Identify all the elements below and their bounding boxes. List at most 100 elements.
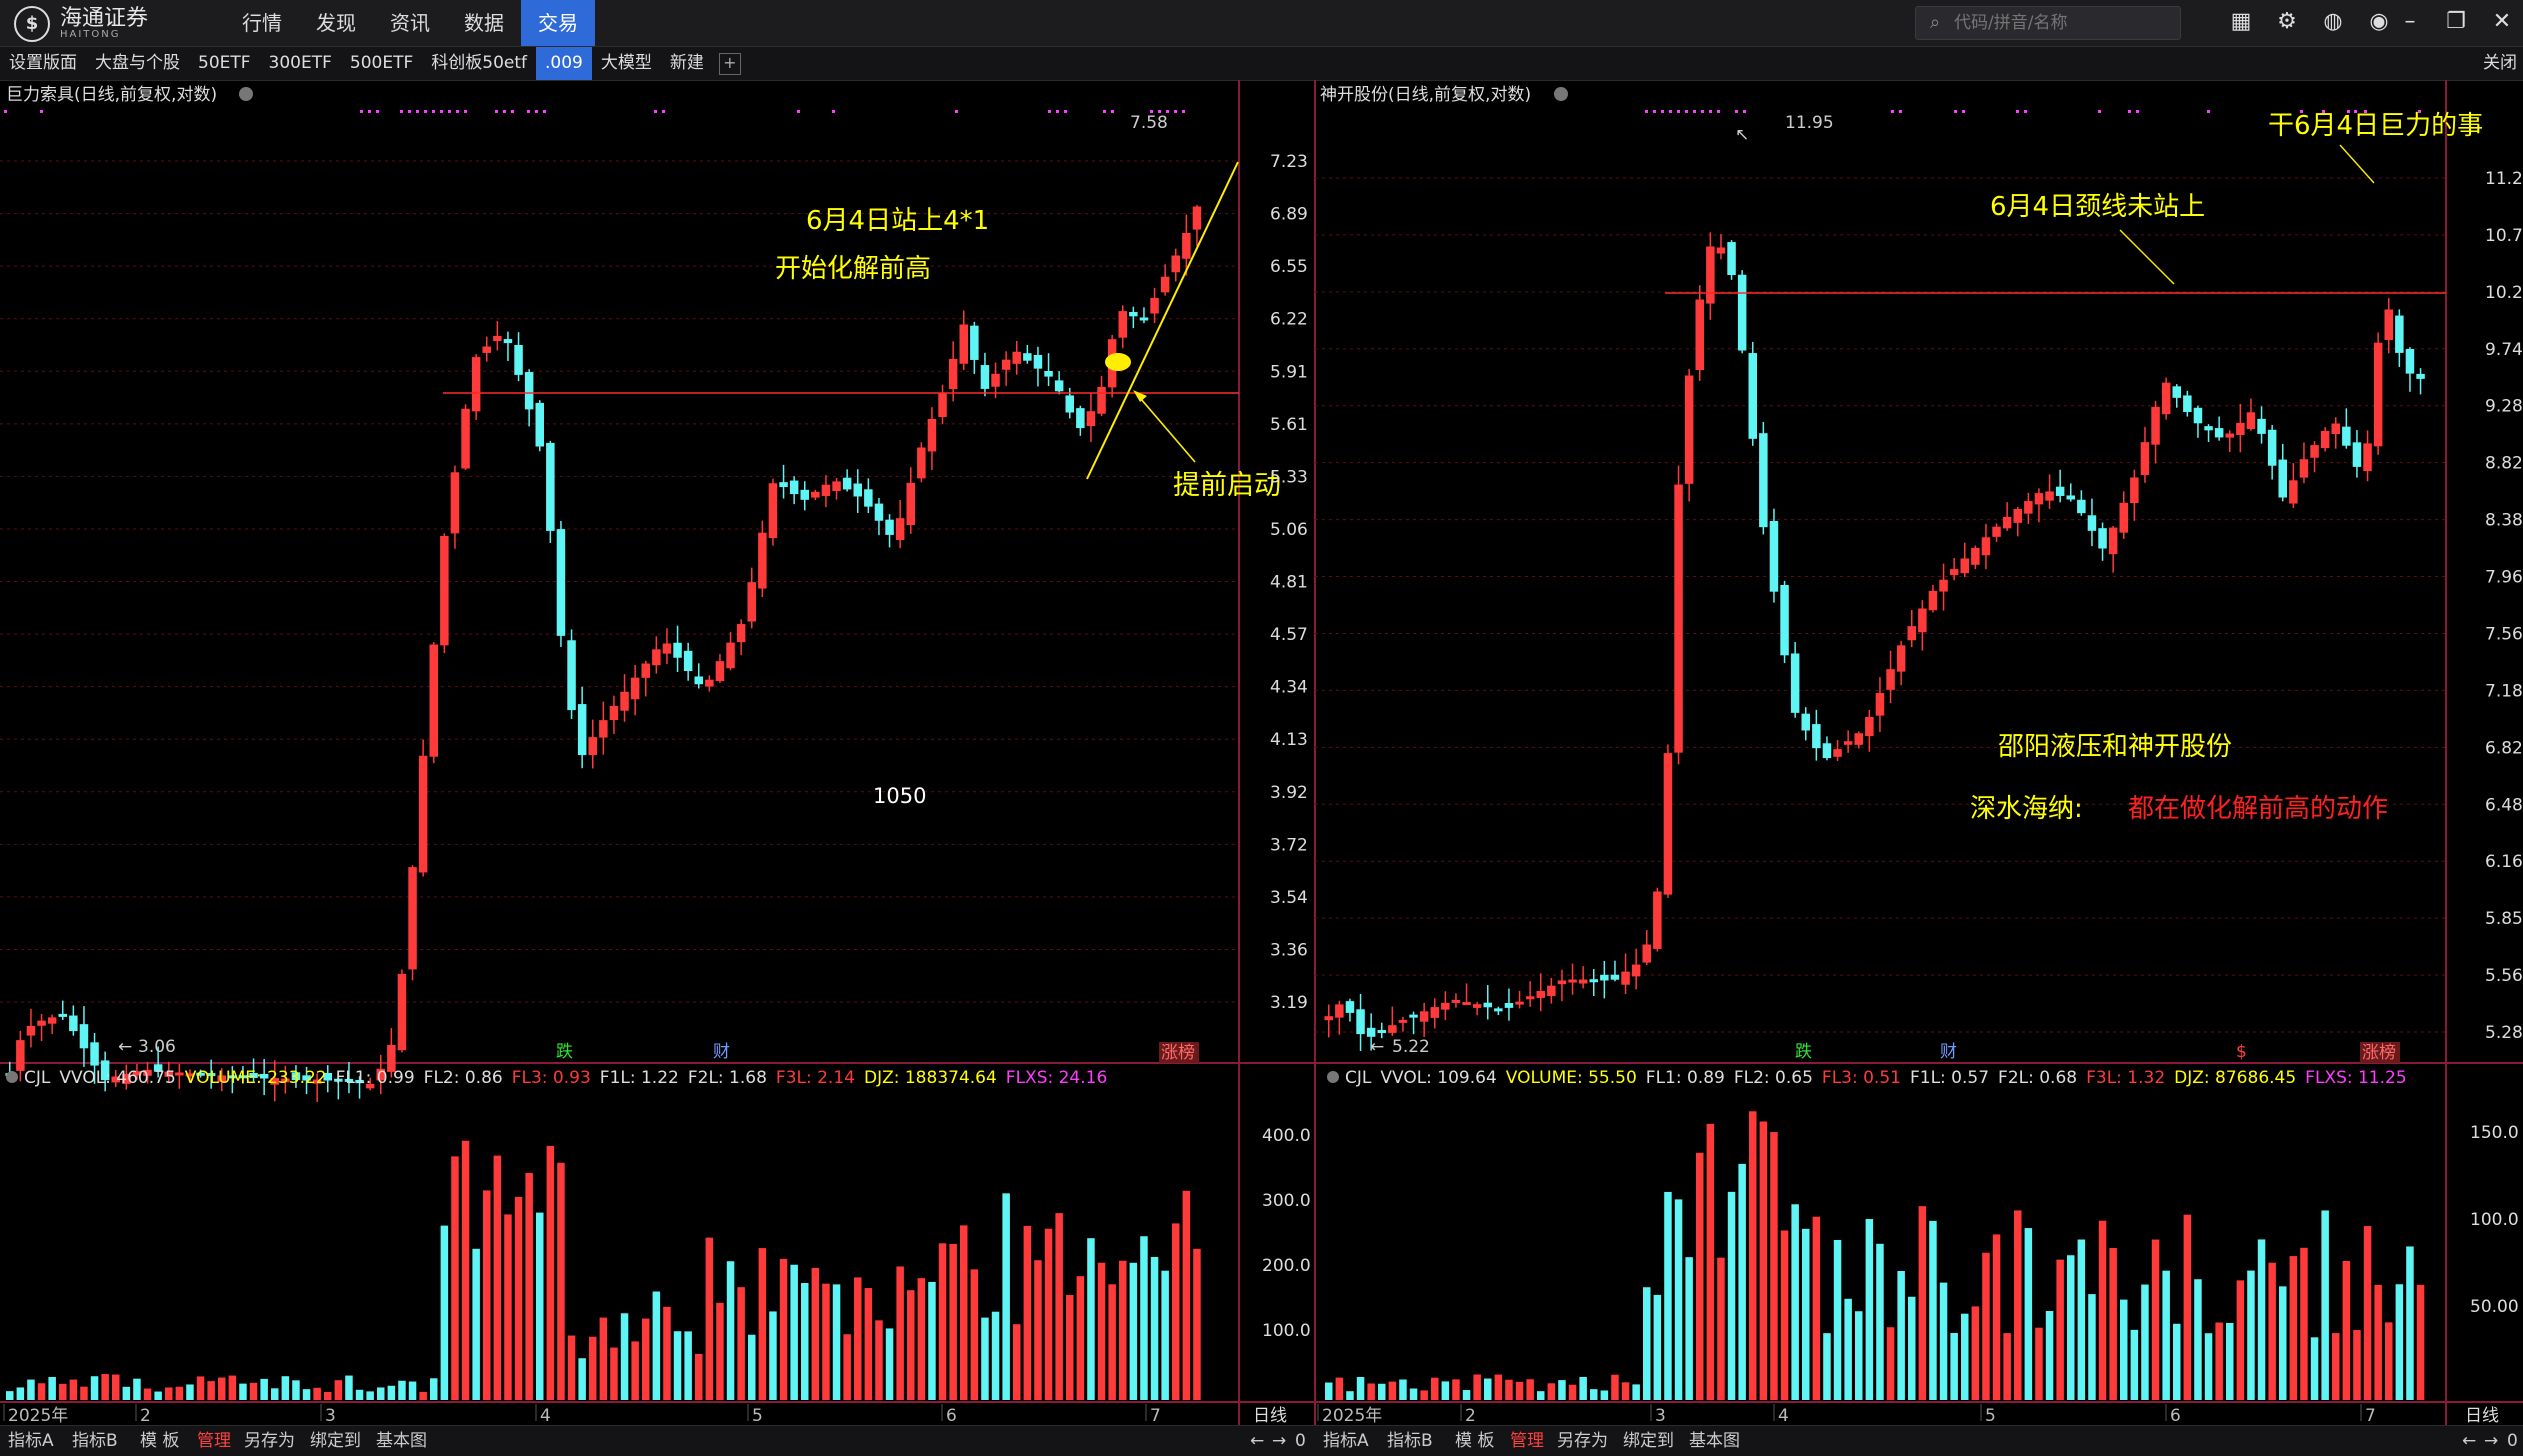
close-icon[interactable]: ✕ [2491,6,2513,38]
volume-bar [1685,1257,1693,1400]
chat-icon[interactable]: ◉ [2366,6,2392,38]
right-marker-dollar[interactable]: $ [2236,1042,2247,1062]
right-chevron-down-icon[interactable] [1554,87,1568,101]
left-marker-fall[interactable]: 跌 [556,1042,573,1062]
minimize-icon[interactable]: – [2399,6,2421,38]
basic-chart-tab[interactable]: 基本图 [376,1426,427,1456]
candle-body [1076,408,1085,429]
tab-market-stock[interactable]: 大盘与个股 [86,47,189,80]
tab-009[interactable]: .009 [536,47,592,80]
left-chevron-down-icon[interactable] [239,87,253,101]
signal-dot [1693,110,1696,113]
globe-icon[interactable]: ◍ [2320,6,2346,38]
template-tab-right[interactable]: 模 板 [1455,1426,1494,1456]
candle-body [1568,979,1577,983]
indicator-b-tab[interactable]: 指标B [72,1426,118,1456]
nav-item-discover[interactable]: 发现 [299,0,373,46]
left-low-arrow: ← [118,1037,132,1057]
left-arrow-line [1134,391,1196,463]
indicator-a-tab-right[interactable]: 指标A [1323,1426,1369,1456]
volume-bar [1055,1213,1063,1400]
price-tick-label: 11.28 [2485,169,2523,189]
add-tab-button[interactable]: + [718,53,741,75]
template-tab[interactable]: 模 板 [140,1426,179,1456]
tab-star50etf[interactable]: 科创板50etf [422,47,536,80]
nav-item-market[interactable]: 行情 [225,0,299,46]
candle-body [26,1025,36,1036]
nav-item-trade[interactable]: 交易 [521,0,595,46]
volume-indicator-value: VVOL: 460.75 [59,1068,175,1088]
candle-body [1854,733,1863,745]
right-nav-next-icon[interactable]: → [2484,1426,2498,1456]
candle-body [1150,297,1159,314]
left-nav-next-icon[interactable]: → [1272,1426,1286,1456]
left-chart-title[interactable]: 巨力索具(日线,前复权,对数) [6,85,217,105]
price-tick-label: 9.28 [2485,397,2523,417]
volume-bar [2342,1260,2351,1400]
price-tick-label: 4.34 [1270,678,1308,698]
save-as-tab-right[interactable]: 另存为 [1557,1426,1608,1456]
save-as-tab[interactable]: 另存为 [244,1426,295,1456]
close-button[interactable]: 关闭 [2483,47,2517,80]
left-nav-zero[interactable]: 0 [1295,1426,1306,1456]
left-marker-finance[interactable]: 财 [713,1042,730,1062]
indicator-b-tab-right[interactable]: 指标B [1387,1426,1433,1456]
right-nav-zero[interactable]: 0 [2507,1426,2518,1456]
left-period-label[interactable]: 日线 [1253,1406,1287,1425]
gear-icon[interactable]: ⚙ [2274,6,2300,38]
basic-chart-tab-right[interactable]: 基本图 [1689,1426,1740,1456]
volume-chevron-icon[interactable] [6,1071,18,1083]
candle-body [1139,317,1149,321]
right-period-label[interactable]: 日线 [2465,1406,2499,1425]
volume-bar [1129,1262,1138,1400]
right-chart-title[interactable]: 神开股份(日线,前复权,对数) [1320,85,1531,105]
candle-body [874,503,884,521]
candle-body [16,1040,25,1071]
right-marker-fall[interactable]: 跌 [1795,1042,1812,1062]
tab-300etf[interactable]: 300ETF [260,47,341,80]
volume-bar [801,1283,809,1400]
candle-body [69,1015,78,1032]
nav-item-news[interactable]: 资讯 [373,0,447,46]
volume-bar [2236,1280,2245,1400]
price-tick-label: 3.54 [1270,888,1308,908]
volume-indicator-value: FL2: 0.86 [424,1068,503,1088]
signal-dot [543,110,546,113]
candle-body [2193,407,2203,424]
candle-body [2246,412,2256,430]
restore-icon[interactable]: ❐ [2445,6,2467,38]
signal-dot [1954,110,1957,113]
left-nav-prev-icon[interactable]: ← [1250,1426,1264,1456]
tab-50etf[interactable]: 50ETF [189,47,260,80]
grid-icon[interactable]: ▦ [2228,6,2254,38]
signal-dot [797,110,800,113]
bind-to-tab[interactable]: 绑定到 [310,1426,361,1456]
manage-tab-right[interactable]: 管理 [1510,1426,1544,1456]
tab-settings-layout[interactable]: 设置版面 [0,47,86,80]
left-marker-top[interactable]: 涨榜 [1161,1043,1195,1063]
nav-item-data[interactable]: 数据 [447,0,521,46]
bind-to-tab-right[interactable]: 绑定到 [1623,1426,1674,1456]
candle-body [2204,426,2213,431]
search-input[interactable] [1952,12,2176,34]
volume-indicator-value: FLXS: 24.16 [1006,1068,1108,1088]
search-box[interactable]: ⌕ [1915,6,2181,40]
candle-body [959,324,968,364]
right-nav-prev-icon[interactable]: ← [2462,1426,2476,1456]
tab-new[interactable]: 新建 [661,47,713,80]
right-marker-top[interactable]: 涨榜 [2362,1043,2396,1063]
manage-tab[interactable]: 管理 [197,1426,231,1456]
tab-big-model[interactable]: 大模型 [592,47,661,80]
volume-bar [1621,1382,1630,1400]
volume-bar [843,1334,851,1400]
tab-500etf[interactable]: 500ETF [341,47,422,80]
volume-tick-label: 300.0 [1262,1191,1311,1211]
indicator-a-tab[interactable]: 指标A [8,1426,54,1456]
volume-bars-left [6,1140,1201,1400]
candle-body [895,518,905,541]
candle-body [1727,242,1736,276]
candle-body [991,373,1000,387]
volume-chevron-icon[interactable] [1327,1071,1339,1083]
volume-bar [218,1377,226,1400]
right-marker-finance[interactable]: 财 [1940,1042,1957,1062]
